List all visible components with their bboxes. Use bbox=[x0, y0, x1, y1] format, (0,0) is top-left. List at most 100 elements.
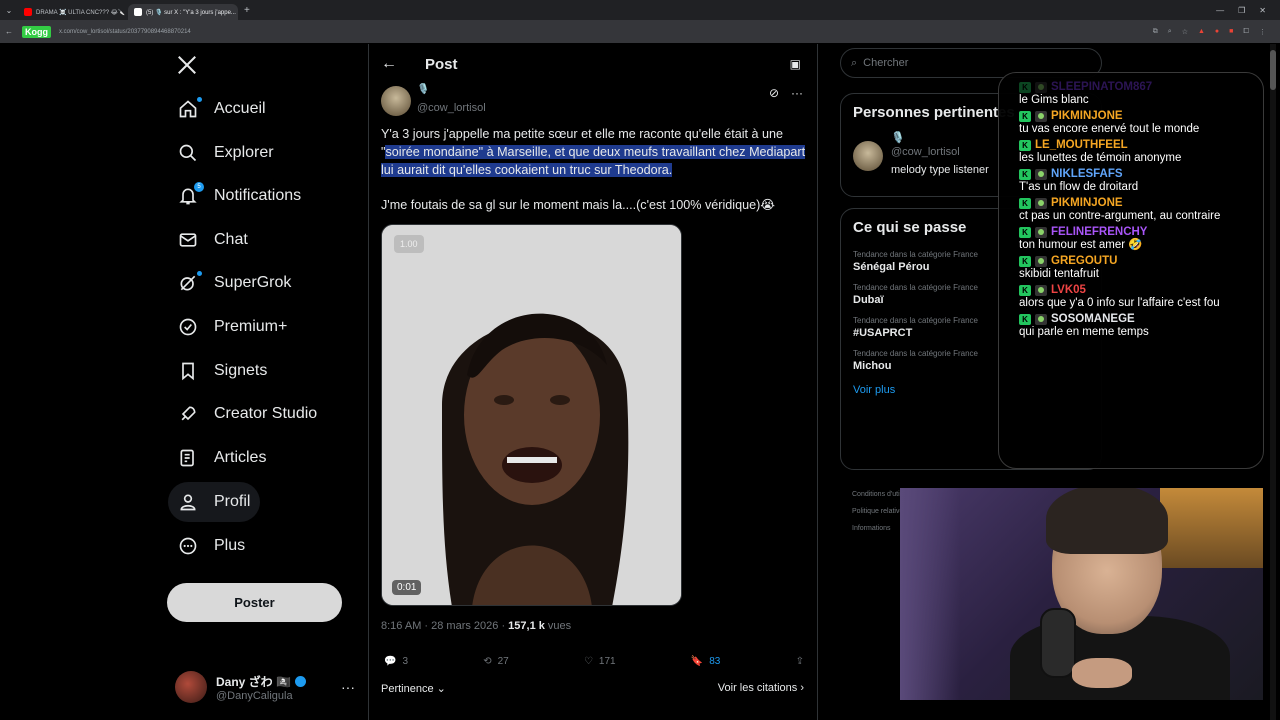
sort-label: Pertinence bbox=[381, 683, 434, 695]
home-icon bbox=[179, 100, 197, 118]
verified-badge-icon bbox=[294, 675, 306, 687]
more-circle-icon bbox=[179, 537, 197, 555]
more-icon[interactable]: ··· bbox=[341, 679, 355, 695]
url-field[interactable]: x.com/cow_lortisol/status/20377908944688… bbox=[59, 29, 191, 35]
kick-badge-icon: K bbox=[1019, 81, 1031, 93]
back-icon[interactable]: ← bbox=[0, 27, 18, 36]
zoom-icon[interactable]: ⌕ bbox=[1168, 28, 1172, 36]
article-icon bbox=[180, 449, 194, 467]
person-icon bbox=[180, 494, 196, 511]
nav-more[interactable]: Plus bbox=[168, 526, 255, 566]
new-tab-button[interactable]: + bbox=[244, 5, 250, 16]
chat-username: SOSOMANEGE bbox=[1051, 313, 1135, 325]
playback-speed[interactable]: 1.00 bbox=[394, 235, 424, 253]
post-timestamp: 8:16 AM · 28 mars 2026 · 157,1 k vues bbox=[381, 620, 571, 632]
reply-count: 3 bbox=[402, 656, 409, 667]
nav-premium[interactable]: Premium+ bbox=[168, 307, 297, 347]
nav-bookmarks[interactable]: Signets bbox=[168, 351, 277, 391]
nav-notifications[interactable]: 5 Notifications bbox=[168, 176, 311, 216]
main-column: ← Post ▣ 🎙️ @cow_lortisol ⊘ ··· Y'a 3 jo… bbox=[368, 44, 818, 720]
repost-button[interactable]: ⟲ 27 bbox=[483, 656, 509, 667]
record-icon[interactable]: ● bbox=[1215, 28, 1219, 36]
nav-label: Explorer bbox=[214, 144, 274, 161]
close-window-icon[interactable]: ✕ bbox=[1259, 6, 1266, 15]
nav-chat[interactable]: Chat bbox=[168, 220, 258, 260]
account-switcher[interactable]: Dany ざわ 🏴‍☠️ @DanyCaligula ··· bbox=[175, 669, 355, 705]
page-title: Post bbox=[425, 55, 458, 73]
person-handle[interactable]: @cow_lortisol bbox=[891, 146, 989, 158]
post-author[interactable]: 🎙️ @cow_lortisol bbox=[381, 84, 486, 116]
nav-label: Articles bbox=[214, 449, 267, 466]
nav-label: SuperGrok bbox=[214, 274, 292, 291]
bookmark-filled-icon: 🔖 bbox=[690, 656, 704, 667]
subscriber-badge-icon bbox=[1035, 168, 1047, 180]
restore-icon[interactable]: ❐ bbox=[1238, 6, 1245, 15]
nav-label: Plus bbox=[214, 537, 246, 554]
star-icon[interactable]: ☆ bbox=[1182, 28, 1188, 36]
chat-message: K GREGOUTU skibidi tentafruit bbox=[1019, 255, 1253, 281]
video-player[interactable]: 1.00 0:01 bbox=[381, 224, 682, 606]
subscriber-badge-icon bbox=[1035, 197, 1047, 209]
subscriber-badge-icon bbox=[1035, 226, 1047, 238]
author-handle[interactable]: @cow_lortisol bbox=[417, 102, 486, 114]
nav-home[interactable]: Accueil bbox=[168, 89, 276, 129]
kick-badge-icon: K bbox=[1019, 197, 1031, 209]
nav-articles[interactable]: Articles bbox=[168, 438, 276, 478]
page-scrollbar[interactable] bbox=[1270, 44, 1276, 720]
search-icon: ⌕ bbox=[851, 56, 858, 69]
browser-tab-bar: ⌄ DRAMA ☠️ ULTIA CNC??? 😂🔪 ✕ (5) 🎙️ sur … bbox=[0, 0, 1280, 20]
back-arrow-icon[interactable]: ← bbox=[381, 55, 401, 73]
person-bio: melody type listener bbox=[891, 164, 989, 176]
view-quotes-link[interactable]: Voir les citations › bbox=[718, 682, 804, 695]
chat-text: le Gims blanc bbox=[1019, 94, 1089, 106]
nav-profile[interactable]: Profil bbox=[168, 482, 261, 522]
post-button[interactable]: Poster bbox=[167, 583, 342, 622]
screenshot-icon[interactable]: ⧉ bbox=[1153, 28, 1158, 36]
minimize-icon[interactable]: — bbox=[1216, 6, 1224, 15]
reply-button[interactable]: 💬 3 bbox=[384, 656, 408, 667]
bookmark-button[interactable]: 🔖 83 bbox=[691, 656, 721, 667]
nav-supergrok[interactable]: SuperGrok bbox=[168, 263, 301, 303]
browser-tab-active[interactable]: (5) 🎙️ sur X : "Y'a 3 jours j'appe... ✕ bbox=[128, 4, 238, 20]
avatar[interactable] bbox=[853, 141, 883, 171]
grok-icon bbox=[180, 275, 196, 291]
chat-text: les lunettes de témoin anonyme bbox=[1019, 152, 1182, 164]
person-emoji: 🎙️ bbox=[891, 132, 905, 144]
like-button[interactable]: ♡ 171 bbox=[584, 656, 616, 667]
verified-icon bbox=[179, 318, 197, 336]
more-icon[interactable]: ··· bbox=[791, 86, 803, 100]
youtube-icon bbox=[24, 8, 32, 16]
menu-icon[interactable]: ⋮ bbox=[1259, 28, 1266, 36]
chat-text: ct pas un contre-argument, au contraire bbox=[1019, 210, 1221, 222]
nav-label: Signets bbox=[214, 362, 268, 379]
subscriber-badge-icon bbox=[1035, 284, 1047, 296]
avatar[interactable] bbox=[381, 86, 411, 116]
browser-tab[interactable]: DRAMA ☠️ ULTIA CNC??? 😂🔪 ✕ bbox=[18, 4, 128, 20]
avatar bbox=[175, 671, 207, 703]
stream-chat-overlay: K SLEEPINATOM867 le Gims blanc K PIKMINJON… bbox=[998, 72, 1264, 469]
scrollbar-thumb[interactable] bbox=[1270, 50, 1276, 90]
sort-dropdown[interactable]: Pertinence ⌄ bbox=[381, 682, 446, 695]
webcam-overlay bbox=[900, 488, 1263, 700]
nav-explore[interactable]: Explorer bbox=[168, 133, 284, 173]
streamer-hair bbox=[1046, 488, 1168, 554]
left-sidebar: Accueil Explorer 5 Notifications Chat Su… bbox=[160, 44, 366, 720]
chat-message: K SLEEPINATOM867 le Gims blanc bbox=[1019, 81, 1253, 107]
reader-mode-icon[interactable]: ▣ bbox=[790, 57, 801, 71]
puzzle-icon[interactable]: ⧠ bbox=[1243, 28, 1249, 36]
chevron-right-icon: › bbox=[800, 682, 804, 694]
tab-search-icon[interactable]: ⌄ bbox=[0, 6, 18, 15]
unread-dot bbox=[197, 271, 202, 276]
subscriber-badge-icon bbox=[1035, 110, 1047, 122]
nav-creator-studio[interactable]: Creator Studio bbox=[168, 394, 327, 434]
extension-icon[interactable]: ▲ bbox=[1198, 28, 1205, 36]
subscriber-badge-icon bbox=[1035, 255, 1047, 267]
x-logo-icon[interactable] bbox=[176, 54, 198, 76]
extension-icon[interactable]: ■ bbox=[1229, 28, 1233, 36]
grok-icon[interactable]: ⊘ bbox=[769, 86, 779, 100]
share-button[interactable]: ⇪ bbox=[796, 656, 804, 667]
share-icon: ⇪ bbox=[795, 656, 804, 667]
chat-username: NIKLESFAFS bbox=[1051, 168, 1123, 180]
chat-text: alors que y'a 0 info sur l'affaire c'est… bbox=[1019, 297, 1220, 309]
background-light bbox=[1160, 488, 1263, 568]
